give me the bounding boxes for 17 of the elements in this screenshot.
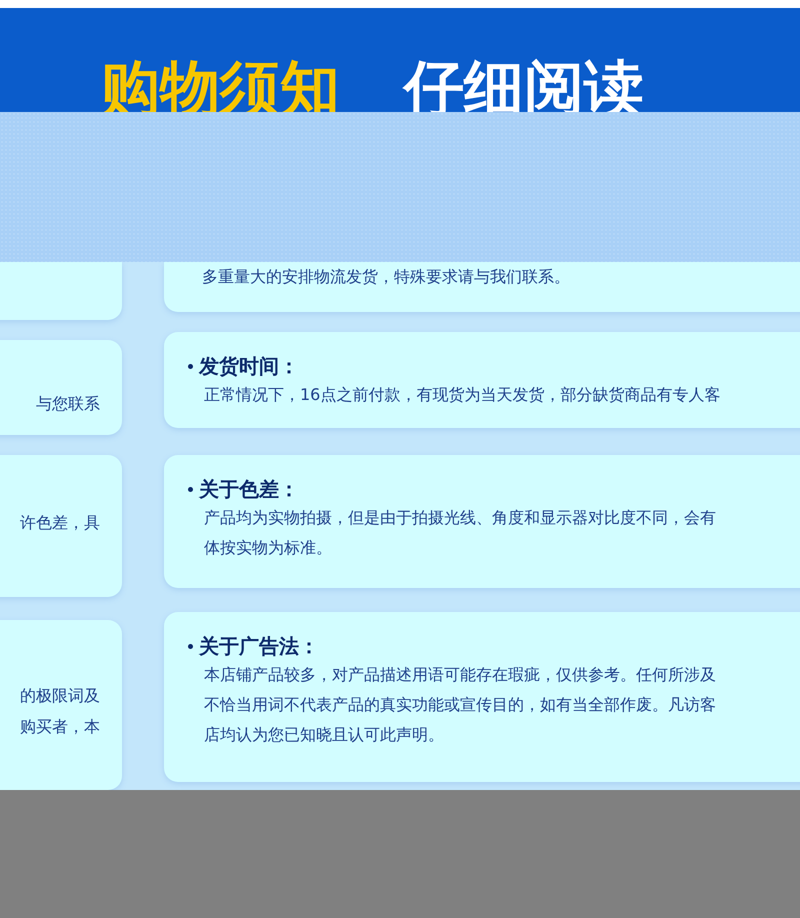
notice-heading: 发货时间： — [199, 353, 299, 380]
notice-text: 正常情况下，16点之前付款，有现货为当天发货，部分缺货商品有专人客 — [203, 384, 722, 406]
bullet-icon — [188, 486, 193, 492]
notice-text: 与您联系 — [36, 393, 100, 415]
notice-text: 体按实物为标准。 — [203, 537, 333, 559]
bullet-icon — [188, 364, 193, 368]
notice-heading: 关于广告法： — [199, 633, 319, 660]
notice-text: 不恰当用词不代表产品的真实功能或宣传目的，如有当全部作废。凡访客 — [203, 694, 717, 716]
notice-text: 的极限词及 — [20, 685, 100, 707]
notice-text: 本店铺产品较多，对产品描述用语可能存在瑕疵，仅供参考。任何所涉及 — [203, 664, 717, 686]
notice-text: 产品均为实物拍摄，但是由于拍摄光线、角度和显示器对比度不同，会有 — [203, 507, 717, 529]
notice-text: 多重量大的安排物流发货，特殊要求请与我们联系。 — [201, 266, 571, 288]
bullet-icon — [188, 644, 193, 648]
notice-heading: 关于色差： — [199, 476, 299, 503]
notice-text: 许色差，具 — [20, 512, 100, 534]
notice-text: 店均认为您已知晓且认可此声明。 — [203, 724, 445, 746]
notice-text: 购买者，本 — [20, 716, 100, 738]
